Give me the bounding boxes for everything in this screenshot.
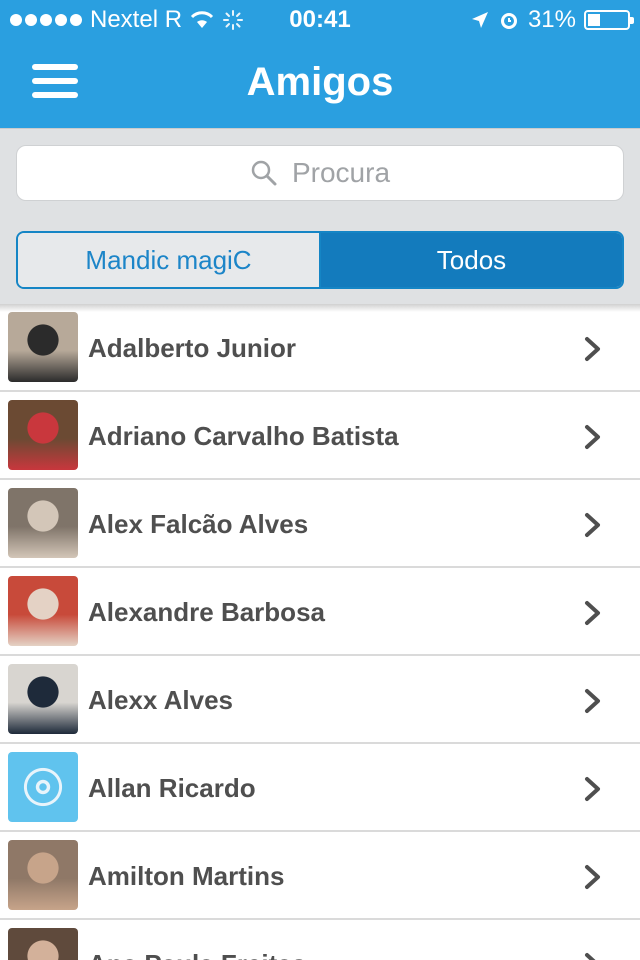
navigation-bar: Amigos — [0, 40, 640, 128]
friend-name: Alex Falcão Alves — [88, 509, 309, 539]
avatar — [8, 928, 78, 960]
segment-mandic-magic[interactable]: Mandic magiC — [18, 233, 321, 287]
avatar — [8, 400, 78, 470]
battery-icon — [584, 10, 634, 30]
chevron-right-icon — [585, 425, 600, 449]
friend-name: Alexandre Barbosa — [88, 597, 325, 627]
page-title: Amigos — [246, 60, 394, 104]
friend-row[interactable]: Adalberto Junior — [0, 304, 640, 392]
chevron-right-icon — [585, 601, 600, 625]
segment-todos[interactable]: Todos — [321, 233, 622, 287]
battery-level-fill — [588, 14, 600, 26]
friend-name: Amilton Martins — [88, 861, 285, 891]
chevron-right-icon — [585, 865, 600, 889]
status-bar: Nextel R 00:41 31% — [0, 0, 640, 40]
chevron-right-icon — [585, 953, 596, 960]
battery-percent: 31% — [527, 6, 576, 33]
friend-name: Adalberto Junior — [88, 333, 297, 363]
avatar — [8, 576, 78, 646]
friend-name: Allan Ricardo — [88, 773, 256, 803]
chevron-right-icon — [585, 689, 600, 713]
friend-row[interactable]: Ana Paula Freitas — [0, 920, 640, 960]
friend-row[interactable]: Alexandre Barbosa — [0, 568, 640, 656]
chevron-right-icon — [585, 777, 600, 801]
search-and-filter-area: Procura Mandic magiC Todos — [0, 128, 640, 304]
friend-row[interactable]: Allan Ricardo — [0, 744, 640, 832]
chevron-right-icon — [585, 513, 600, 537]
friend-name: Ana Paula Freitas — [88, 920, 306, 960]
friend-list: Adalberto Junior Adriano Carvalho Batista… — [0, 304, 640, 960]
search-icon — [251, 160, 277, 186]
list-shadow — [0, 304, 640, 312]
friend-row[interactable]: Alexx Alves — [0, 656, 640, 744]
avatar — [8, 312, 78, 382]
segmented-control: Mandic magiC Todos — [16, 231, 624, 289]
avatar — [8, 840, 78, 910]
avatar — [8, 752, 78, 822]
friend-row[interactable]: Adriano Carvalho Batista — [0, 392, 640, 480]
location-arrow-icon — [471, 12, 488, 28]
search-input[interactable]: Procura — [16, 145, 624, 201]
top-bar: Nextel R 00:41 31% Amigos — [0, 0, 640, 128]
friend-row[interactable]: Alex Falcão Alves — [0, 480, 640, 568]
friend-name: Alexx Alves — [88, 685, 234, 715]
alarm-clock-icon — [500, 13, 517, 29]
search-placeholder: Procura — [291, 157, 391, 188]
friend-row[interactable]: Amilton Martins — [0, 832, 640, 920]
friend-name: Adriano Carvalho Batista — [88, 421, 399, 451]
avatar — [8, 664, 78, 734]
avatar — [8, 488, 78, 558]
chevron-right-icon — [585, 337, 600, 361]
